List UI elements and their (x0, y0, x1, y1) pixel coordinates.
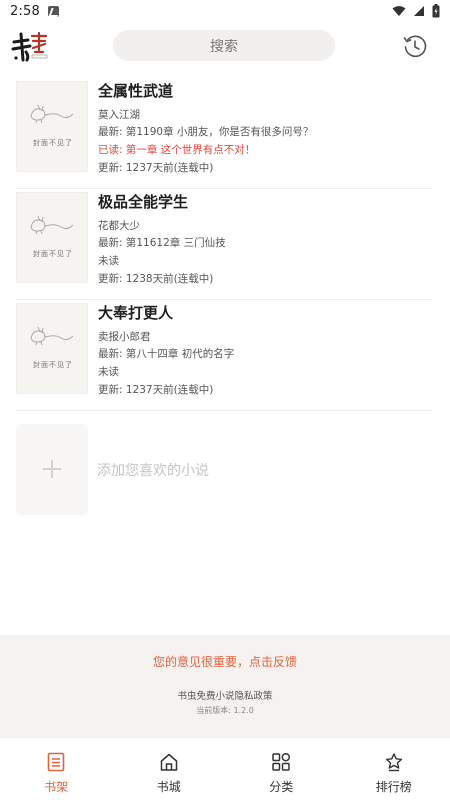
home-icon (160, 753, 177, 771)
clock-icon (403, 35, 427, 58)
status-bar: 2:58 (0, 0, 450, 22)
book-author: 花都大少 (98, 220, 140, 232)
nav-tab-category[interactable]: 分类 (225, 738, 338, 800)
book-item[interactable]: 封面不见了 全属性武道 莫入江湖 最新: 第1190章 小朋友，你是否有很多问号… (16, 78, 432, 189)
bottom-nav: 书架 书城 分类 排行榜 (0, 737, 450, 800)
feedback-link[interactable]: 您的意见很重要，点击反馈 (0, 653, 450, 670)
book-author: 莫入江湖 (98, 109, 140, 121)
book-title: 大奉打更人 (98, 304, 174, 322)
book-cover: 封面不见了 (16, 192, 88, 283)
book-update-time: 更新: 1238天前(连载中) (98, 273, 214, 285)
book-latest-chapter: 最新: 第八十四章 初代的名字 (98, 348, 235, 360)
nav-label: 书架 (44, 780, 69, 794)
book-update-time: 更新: 1237天前(连载中) (98, 384, 214, 396)
battery-icon (432, 4, 440, 18)
search-placeholder: 搜索 (210, 38, 238, 55)
book-latest-chapter: 最新: 第11612章 三门仙技 (98, 237, 226, 249)
cover-text: 封面不见了 (33, 250, 73, 258)
cover-placeholder-icon (30, 326, 74, 346)
status-time: 2:58 (10, 3, 40, 19)
cover-text: 封面不见了 (33, 139, 73, 147)
book-title: 极品全能学生 (98, 193, 189, 211)
history-button[interactable] (402, 33, 428, 59)
book-read-progress: 未读 (98, 366, 119, 378)
add-book-label[interactable]: 添加您喜欢的小说 (97, 460, 209, 480)
nav-tab-bookshelf[interactable]: 书架 (0, 738, 113, 800)
nav-label: 书城 (156, 780, 181, 794)
privacy-policy-link[interactable]: 书虫免费小说隐私政策 (0, 688, 450, 702)
book-latest-chapter: 最新: 第1190章 小朋友，你是否有很多问号？ (98, 126, 314, 138)
add-book-button[interactable] (16, 424, 88, 515)
cover-placeholder-icon (30, 215, 74, 235)
app-header: 搜索 (0, 26, 450, 70)
notification-app-icon (48, 5, 59, 17)
cover-placeholder-icon (30, 104, 74, 124)
book-cover: 封面不见了 (16, 81, 88, 172)
book-cover: 封面不见了 (16, 303, 88, 394)
book-author: 卖报小郎君 (98, 331, 151, 343)
nav-label: 排行榜 (375, 780, 412, 794)
search-input[interactable]: 搜索 (113, 30, 335, 61)
category-icon (272, 752, 291, 771)
signal-icon (414, 6, 424, 16)
status-icons (392, 4, 440, 18)
book-update-time: 更新: 1237天前(连载中) (98, 162, 214, 174)
nav-tab-ranking[interactable]: 排行榜 (338, 738, 450, 800)
wifi-icon (392, 6, 406, 16)
book-item[interactable]: 封面不见了 极品全能学生 花都大少 最新: 第11612章 三门仙技 未读 更新… (16, 189, 432, 300)
app-logo[interactable] (10, 30, 50, 66)
bookshelf-list: 封面不见了 全属性武道 莫入江湖 最新: 第1190章 小朋友，你是否有很多问号… (16, 78, 432, 411)
plus-icon-vertical (51, 460, 53, 478)
cover-text: 封面不见了 (33, 361, 73, 369)
feedback-footer: 您的意见很重要，点击反馈 书虫免费小说隐私政策 当前版本: 1.2.0 (0, 635, 450, 737)
ranking-icon (385, 753, 402, 772)
book-read-progress: 未读 (98, 255, 119, 267)
nav-tab-bookstore[interactable]: 书城 (113, 738, 226, 800)
version-text: 当前版本: 1.2.0 (196, 706, 254, 715)
nav-label: 分类 (269, 780, 294, 794)
book-title: 全属性武道 (98, 82, 174, 100)
book-read-progress: 已读: 第一章 这个世界有点不对！ (98, 144, 256, 156)
book-item[interactable]: 封面不见了 大奉打更人 卖报小郎君 最新: 第八十四章 初代的名字 未读 更新:… (16, 300, 432, 411)
bookshelf-icon (47, 752, 65, 772)
logo-icon (11, 31, 48, 62)
